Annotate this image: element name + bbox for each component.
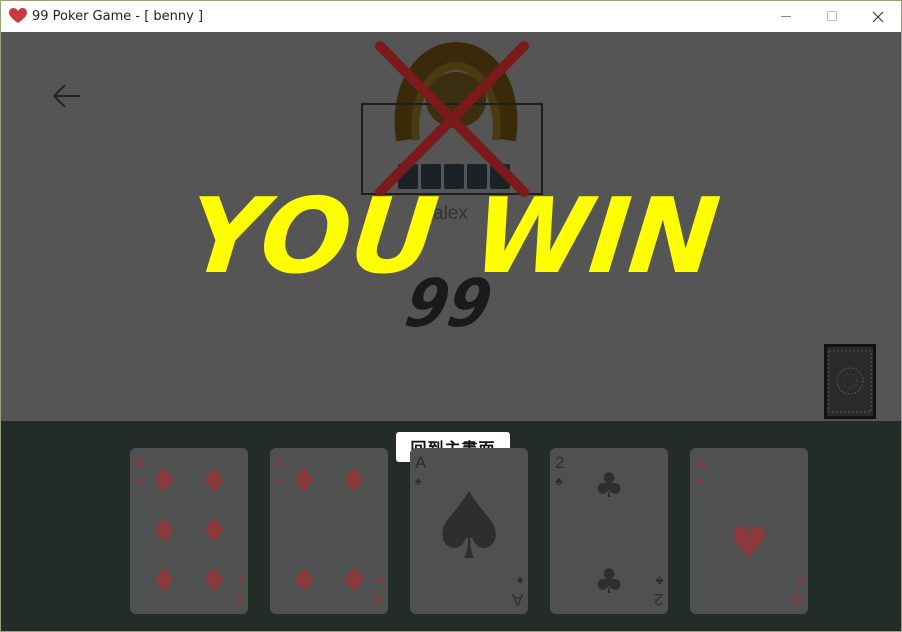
- svg-text:♦: ♦: [199, 461, 229, 501]
- svg-text:♦: ♦: [289, 561, 319, 601]
- card-back-icon[interactable]: [823, 343, 877, 420]
- minimize-button[interactable]: [763, 1, 809, 32]
- score-display: 99: [400, 268, 498, 332]
- card-rank-top: 4 ♦: [275, 453, 285, 488]
- window-title: 99 Poker Game - [ benny ]: [32, 9, 204, 24]
- svg-text:♦: ♦: [339, 461, 369, 501]
- svg-text:♦: ♦: [289, 461, 319, 501]
- game-window: 99 Poker Game - [ benny ] alex YOU WIN 9…: [0, 0, 902, 632]
- card-rank-bottom: A ♥: [791, 574, 803, 609]
- card-rank-bottom: 2 ♣: [653, 574, 663, 609]
- spades-pips-icon: ♠: [428, 473, 510, 580]
- card-rank-bottom: 4 ♦: [373, 574, 383, 609]
- title-bar: 99 Poker Game - [ benny ]: [1, 1, 901, 32]
- card-rank-bottom: A ♠: [511, 574, 523, 609]
- svg-text:♦: ♦: [339, 561, 369, 601]
- hand-card[interactable]: ♠ A ♠ A ♠: [410, 448, 528, 614]
- svg-text:♣: ♣: [594, 466, 624, 506]
- clubs-pips-icon: ♣♣: [594, 466, 624, 602]
- card-rank-bottom: 6 ♦: [233, 574, 243, 609]
- game-area: alex YOU WIN 99 回到主畫面 ♦♦♦♦♦♦6♦6♦♦♦♦♦4♦4♦…: [1, 32, 901, 631]
- hand-card[interactable]: ♦ ♦ ♦ ♦ 4 ♦ 4 ♦: [270, 448, 388, 614]
- svg-text:♦: ♦: [149, 561, 179, 601]
- minimize-icon: [780, 16, 791, 17]
- svg-text:♦: ♦: [199, 561, 229, 601]
- hand-card[interactable]: ♦ ♦ ♦ ♦ ♦ ♦ 6 ♦ 6 ♦: [130, 448, 248, 614]
- card-rank-top: A ♠: [415, 453, 427, 488]
- svg-text:♥: ♥: [729, 518, 768, 569]
- maximize-icon: [826, 11, 837, 21]
- svg-text:♠: ♠: [428, 473, 510, 580]
- svg-text:♦: ♦: [149, 511, 179, 551]
- maximize-button[interactable]: [809, 1, 855, 32]
- close-icon: [872, 11, 884, 22]
- heart-icon: [9, 8, 27, 23]
- card-rank-top: A ♥: [695, 453, 707, 488]
- card-rank-top: 6 ♦: [135, 453, 145, 488]
- hearts-pips-icon: ♥: [729, 518, 768, 569]
- diamonds-pips-icon: ♦ ♦ ♦ ♦ ♦ ♦: [149, 461, 229, 601]
- back-arrow-icon[interactable]: [51, 82, 83, 110]
- svg-text:♣: ♣: [594, 562, 624, 602]
- hand-card[interactable]: ♣ ♣ 2 ♣ 2 ♣: [550, 448, 668, 614]
- hand-card[interactable]: ♥ A ♥ A ♥: [690, 448, 808, 614]
- score-text: 99: [400, 268, 498, 332]
- close-button[interactable]: [855, 1, 901, 32]
- svg-text:♦: ♦: [149, 461, 179, 501]
- svg-text:♦: ♦: [199, 511, 229, 551]
- card-rank-top: 2 ♣: [555, 453, 565, 488]
- diamonds-pips-icon: ♦ ♦ ♦ ♦: [289, 461, 369, 601]
